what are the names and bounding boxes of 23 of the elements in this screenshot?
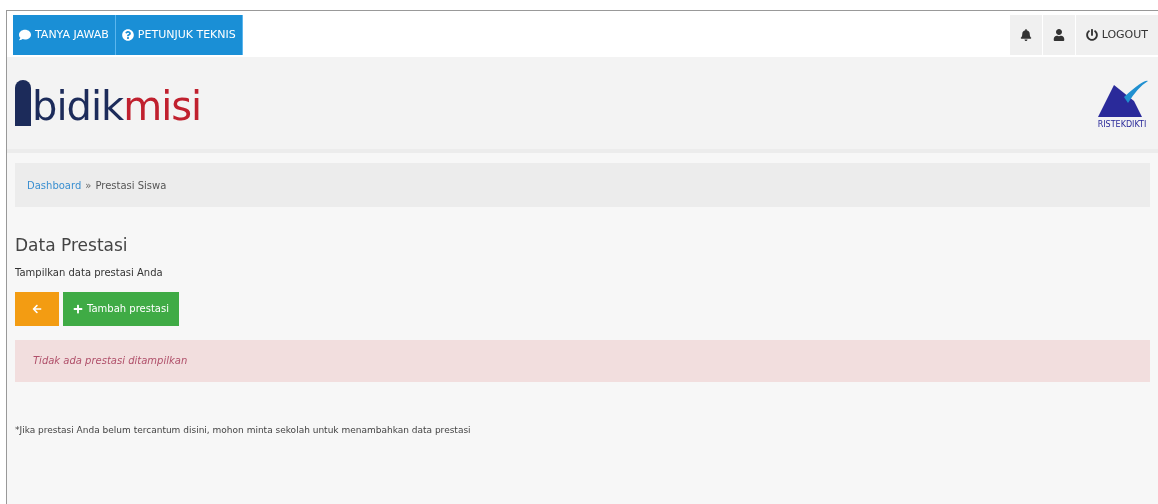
chat-icon bbox=[19, 29, 31, 41]
footnote: *Jika prestasi Anda belum tercantum disini, mohon minta sekolah untuk menambahkan data prestasi bbox=[15, 423, 472, 437]
logo-text: bidikmisi bbox=[32, 86, 202, 126]
breadcrumb-current: Prestasi Siswa bbox=[95, 178, 167, 193]
nav-button[interactable]: TANYA JAWAB bbox=[13, 15, 116, 55]
user-icon bbox=[1052, 29, 1065, 41]
breadcrumb-separator: » bbox=[85, 178, 92, 193]
page-subtitle: Tampilkan data prestasi Anda bbox=[15, 265, 164, 280]
alert-text: Tidak ada prestasi ditampilkan bbox=[33, 354, 188, 368]
plus-icon bbox=[73, 303, 83, 314]
logo[interactable]: bidikmisi bbox=[15, 80, 202, 126]
nav-button[interactable]: PETUNJUK TEKNIS bbox=[115, 15, 243, 55]
user-button[interactable] bbox=[1042, 15, 1075, 55]
notification-icon bbox=[1019, 29, 1032, 41]
page-title: Data Prestasi bbox=[15, 234, 129, 257]
breadcrumb-link[interactable]: Dashboard bbox=[27, 177, 82, 193]
logout-button[interactable]: LOGOUT bbox=[1075, 15, 1158, 55]
arrow-left-icon bbox=[32, 303, 42, 314]
help-icon bbox=[121, 29, 134, 41]
power-icon bbox=[1085, 29, 1098, 41]
ministry-name: RISTEKDIKTI bbox=[1097, 121, 1147, 129]
bell-button[interactable] bbox=[1009, 15, 1042, 55]
add-button[interactable]: Tambah prestasi bbox=[63, 291, 179, 326]
